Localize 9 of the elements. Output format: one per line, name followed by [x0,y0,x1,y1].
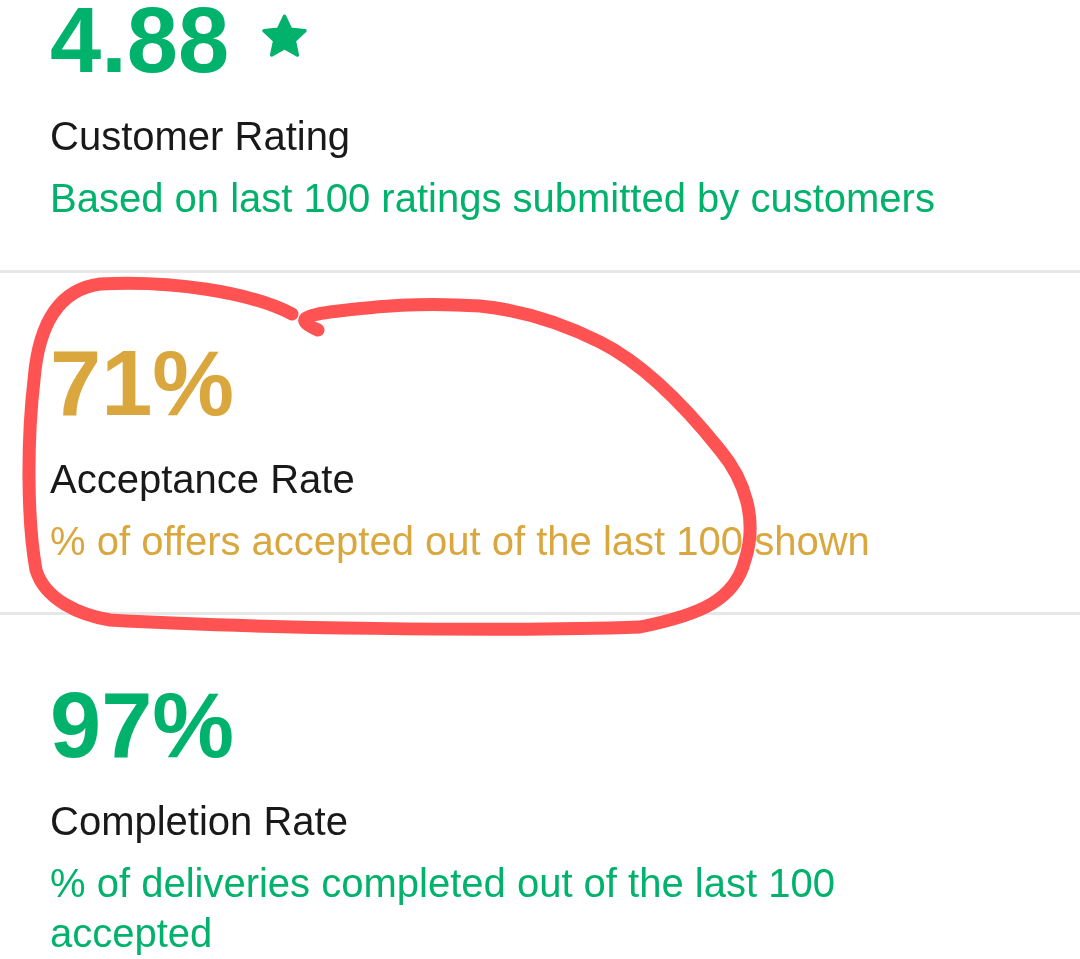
metric-value: 97% [50,685,235,765]
metric-description: % of deliveries completed out of the last 100 accepted [50,860,836,957]
metric-description: % of offers accepted out of the last 100 shown [50,518,871,565]
metric-value: 4.88 [50,0,230,80]
metric-label: Completion Rate [50,801,349,841]
metric-label: Acceptance Rate [50,459,356,499]
metric-label: Customer Rating [50,116,352,156]
metric-description: Based on last 100 ratings submitted by customers [50,175,936,222]
metric-value: 71% [50,343,235,423]
